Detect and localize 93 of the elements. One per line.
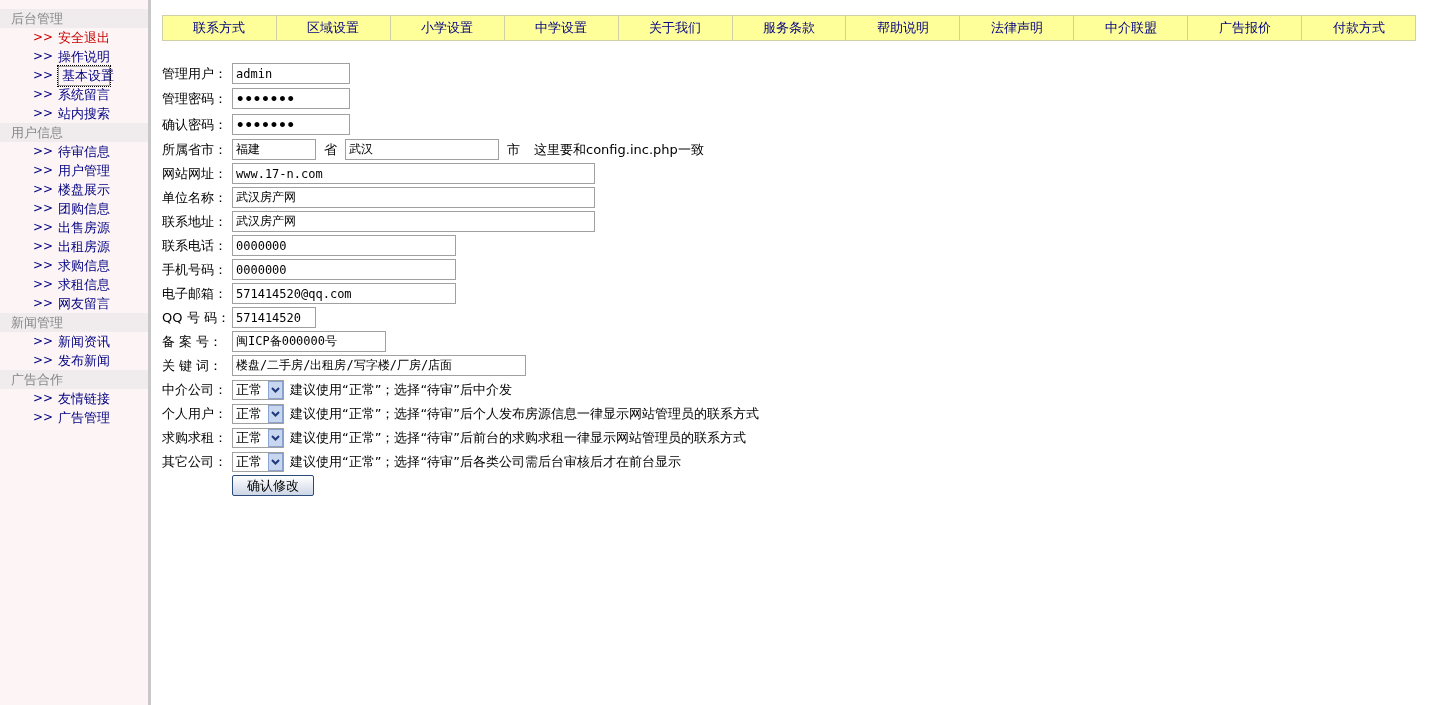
sidebar-group-title: 用户信息	[0, 123, 148, 142]
submit-button[interactable]: 确认修改	[232, 475, 314, 496]
field-label: 中介公司：	[162, 380, 228, 399]
sidebar-link[interactable]: 待审信息	[58, 144, 111, 159]
bullet-marker: >>	[33, 87, 54, 102]
hint-text: 建议使用“正常”；选择“待审”后各类公司需后台审核后才在前台显示	[290, 452, 681, 471]
sidebar-link[interactable]: 系统留言	[58, 87, 111, 102]
city-field[interactable]: 武汉	[345, 139, 499, 160]
field-label: 确认密码：	[162, 115, 228, 134]
bullet-marker: >>	[33, 163, 54, 178]
field-label: 手机号码：	[162, 260, 228, 279]
sidebar-group-title: 后台管理	[0, 9, 148, 28]
bullet-marker: >>	[33, 353, 54, 368]
bullet-marker: >>	[33, 182, 54, 197]
unit-label: 省	[324, 140, 337, 159]
field-label: 其它公司：	[162, 452, 228, 471]
bullet-marker: >>	[33, 201, 54, 216]
bullet-marker: >>	[33, 106, 54, 121]
sidebar-link[interactable]: 站内搜索	[58, 106, 111, 121]
tab[interactable]: 付款方式	[1301, 16, 1415, 40]
sidebar-link[interactable]: 用户管理	[58, 163, 111, 178]
tab[interactable]: 广告报价	[1187, 16, 1302, 40]
field-label: 管理密码：	[162, 89, 228, 108]
sidebar-link[interactable]: 友情链接	[58, 391, 111, 406]
sidebar-link[interactable]: 求购信息	[58, 258, 111, 273]
province-field[interactable]: 福建	[232, 139, 316, 160]
status-dropdown[interactable]: 正常	[232, 403, 284, 424]
sidebar-link[interactable]: 广告管理	[58, 410, 111, 425]
sidebar-link[interactable]: 网友留言	[58, 296, 111, 311]
input-field[interactable]: 武汉房产网	[232, 211, 595, 232]
input-field[interactable]: 闽ICP备000000号	[232, 331, 386, 352]
bullet-marker: >>	[33, 296, 54, 311]
hint-text: 这里要和config.inc.php一致	[534, 140, 704, 159]
bullet-marker: >>	[33, 239, 54, 254]
field-label: 单位名称：	[162, 188, 228, 207]
bullet-marker: >>	[33, 49, 54, 64]
sidebar-link[interactable]: 求租信息	[58, 277, 111, 292]
field-label: 电子邮箱：	[162, 284, 228, 303]
bullet-marker: >>	[33, 144, 54, 159]
sidebar-link[interactable]: 安全退出	[58, 30, 111, 45]
field-label: 备 案 号：	[162, 332, 224, 351]
sidebar-link[interactable]: 楼盘展示	[58, 182, 111, 197]
password-field[interactable]: •••••••	[232, 88, 350, 109]
hint-text: 建议使用“正常”；选择“待审”后个人发布房源信息一律显示网站管理员的联系方式	[290, 404, 759, 423]
field-label: 管理用户：	[162, 64, 228, 83]
tab[interactable]: 关于我们	[617, 16, 732, 40]
input-field[interactable]: 楼盘/二手房/出租房/写字楼/厂房/店面	[232, 355, 526, 376]
input-field[interactable]: 571414520	[232, 307, 316, 328]
input-field[interactable]: 0000000	[232, 259, 456, 280]
tab[interactable]: 中学设置	[503, 16, 618, 40]
field-label: 关 键 词：	[162, 356, 224, 375]
input-field[interactable]: 武汉房产网	[232, 187, 595, 208]
field-label: QQ 号 码：	[162, 308, 231, 327]
sidebar-group-title: 广告合作	[0, 370, 148, 389]
unit-label: 市	[507, 140, 520, 159]
bullet-marker: >>	[33, 410, 54, 425]
bullet-marker: >>	[33, 277, 54, 292]
sidebar-link[interactable]: 发布新闻	[58, 353, 111, 368]
tab[interactable]: 帮助说明	[845, 16, 960, 40]
field-label: 求购求租：	[162, 428, 228, 447]
bullet-marker: >>	[33, 220, 54, 235]
bullet-marker: >>	[33, 68, 54, 83]
sidebar-link[interactable]: 出售房源	[58, 220, 111, 235]
hint-text: 建议使用“正常”；选择“待审”后中介发	[290, 380, 512, 399]
hint-text: 建议使用“正常”；选择“待审”后前台的求购求租一律显示网站管理员的联系方式	[290, 428, 746, 447]
field-label: 所属省市：	[162, 140, 228, 159]
input-field[interactable]: www.17-n.com	[232, 163, 595, 184]
field-label: 联系电话：	[162, 236, 228, 255]
field-label: 联系地址：	[162, 212, 228, 231]
sidebar-group-title: 新闻管理	[0, 313, 148, 332]
bullet-marker: >>	[33, 30, 54, 45]
tab[interactable]: 服务条款	[731, 16, 846, 40]
tab[interactable]: 法律声明	[959, 16, 1074, 40]
bullet-marker: >>	[33, 334, 54, 349]
bullet-marker: >>	[33, 391, 54, 406]
field-label: 个人用户：	[162, 404, 228, 423]
field-label: 网站网址：	[162, 164, 228, 183]
status-dropdown[interactable]: 正常	[232, 379, 284, 400]
input-field[interactable]: 0000000	[232, 235, 456, 256]
sidebar-link[interactable]: 出租房源	[58, 239, 111, 254]
password-field[interactable]: •••••••	[232, 114, 350, 135]
tab[interactable]: 区域设置	[275, 16, 390, 40]
status-dropdown[interactable]: 正常	[232, 451, 284, 472]
status-dropdown[interactable]: 正常	[232, 427, 284, 448]
sidebar-link[interactable]: 操作说明	[58, 49, 111, 64]
tab[interactable]: 中介联盟	[1073, 16, 1188, 40]
sidebar-link[interactable]: 团购信息	[58, 201, 111, 216]
tab[interactable]: 小学设置	[389, 16, 504, 40]
input-field[interactable]: admin	[232, 63, 350, 84]
tab[interactable]: 联系方式	[163, 16, 276, 40]
sidebar-link[interactable]: 新闻资讯	[58, 334, 111, 349]
input-field[interactable]: 571414520@qq.com	[232, 283, 456, 304]
bullet-marker: >>	[33, 258, 54, 273]
